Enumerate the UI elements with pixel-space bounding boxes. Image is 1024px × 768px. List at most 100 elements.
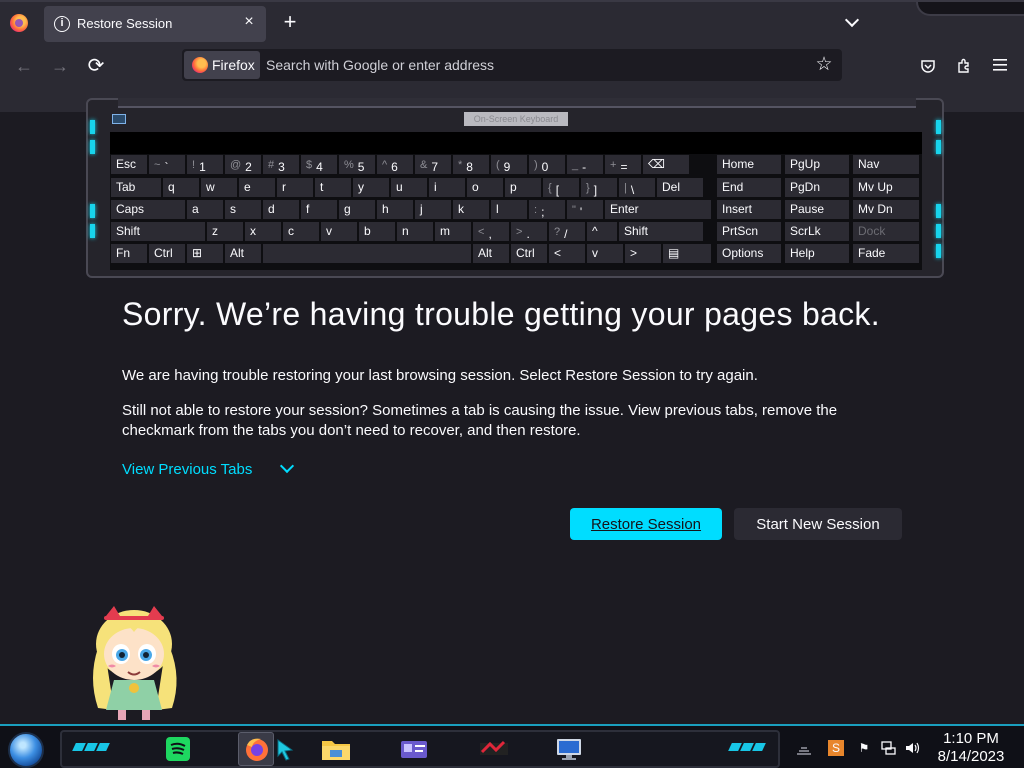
osk-key[interactable]: x [244,221,282,242]
osk-nav-key[interactable]: Dock [852,221,920,242]
url-bar[interactable]: Firefox ☆ [182,49,842,81]
osk-key[interactable]: i [428,177,466,198]
osk-key[interactable]: ^ 6 [376,154,414,175]
osk-key[interactable]: h [376,199,414,220]
osk-key[interactable]: % 5 [338,154,376,175]
app-menu-icon[interactable] [988,54,1012,78]
close-tab-icon[interactable]: × [240,13,258,31]
osk-key[interactable]: u [390,177,428,198]
network-icon[interactable] [880,740,896,756]
osk-key[interactable]: o [466,177,504,198]
osk-key[interactable]: e [238,177,276,198]
osk-key[interactable]: w [200,177,238,198]
id-card-icon[interactable] [396,732,432,766]
list-all-tabs-button[interactable] [842,12,864,34]
osk-key[interactable]: v [320,221,358,242]
osk-key[interactable]: {[ [542,177,580,198]
osk-key[interactable]: k [452,199,490,220]
osk-key[interactable]: + = [604,154,642,175]
osk-nav-key[interactable]: Nav [852,154,920,175]
osk-titlebar[interactable]: On-Screen Keyboard [110,112,922,130]
address-input[interactable] [266,51,806,79]
osk-key[interactable]: n [396,221,434,242]
flag-icon[interactable]: ⚑ [856,740,872,756]
osk-key[interactable]: Fn [110,243,148,264]
osk-key[interactable]: d [262,199,300,220]
osk-key[interactable]: (9 [490,154,528,175]
osk-key[interactable]: " ' [566,199,604,220]
osk-key[interactable]: Enter [604,199,712,220]
firefox-icon[interactable] [238,732,274,766]
osk-key[interactable]: ^ [586,221,618,242]
osk-key[interactable]: _ - [566,154,604,175]
osk-key[interactable]: | \ [618,177,656,198]
pocket-icon[interactable] [916,54,940,78]
start-new-session-button[interactable]: Start New Session [734,508,902,540]
osk-key[interactable]: ? / [548,221,586,242]
osk-key[interactable]: ⊞ [186,243,224,264]
osk-key[interactable]: t [314,177,352,198]
osk-key[interactable]: }] [580,177,618,198]
tab-restore-session[interactable]: i Restore Session × [44,6,266,42]
osk-key[interactable]: l [490,199,528,220]
osk-key[interactable]: ) 0 [528,154,566,175]
osk-key[interactable]: Tab [110,177,162,198]
osk-key[interactable]: Ctrl [148,243,186,264]
osk-key[interactable]: b [358,221,396,242]
osk-nav-key[interactable]: Mv Up [852,177,920,198]
osk-key[interactable]: < [548,243,586,264]
osk-key[interactable]: Del [656,177,704,198]
chevron-down-icon[interactable] [279,460,295,476]
osk-nav-key[interactable]: Options [716,243,782,264]
osk-key[interactable]: ! 1 [186,154,224,175]
osk-key[interactable]: Shift [618,221,704,242]
osk-key[interactable]: m [434,221,472,242]
osk-nav-key[interactable]: End [716,177,782,198]
osk-nav-key[interactable]: Mv Dn [852,199,920,220]
osk-key[interactable]: c [282,221,320,242]
osk-key[interactable]: a [186,199,224,220]
firefox-menu-icon[interactable] [10,14,28,32]
osk-key[interactable]: > [624,243,662,264]
osk-key[interactable]: z [206,221,244,242]
osk-nav-key[interactable]: PgUp [784,154,850,175]
network-bars-icon[interactable] [796,740,812,756]
reload-button[interactable]: ⟳ [82,54,110,78]
start-button[interactable] [8,732,44,768]
back-button[interactable]: ← [10,54,38,78]
osk-nav-key[interactable]: PgDn [784,177,850,198]
osk-key[interactable]: ▤ [662,243,712,264]
file-explorer-icon[interactable] [318,732,354,766]
osk-key[interactable]: Alt [472,243,510,264]
osk-key[interactable]: s [224,199,262,220]
osk-nav-key[interactable]: Help [784,243,850,264]
osk-key[interactable]: f [300,199,338,220]
osk-nav-key[interactable]: Fade [852,243,920,264]
osk-nav-key[interactable]: Insert [716,199,782,220]
osk-key[interactable]: $4 [300,154,338,175]
osk-key[interactable]: j [414,199,452,220]
remote-desktop-icon[interactable] [552,732,588,766]
osk-key[interactable]: * 8 [452,154,490,175]
osk-nav-key[interactable]: PrtScn [716,221,782,242]
osk-key[interactable]: v [586,243,624,264]
osk-key[interactable]: y [352,177,390,198]
identity-box[interactable]: Firefox [184,51,260,79]
dj-app-icon[interactable] [476,732,512,766]
osk-key[interactable] [262,243,472,264]
osk-key[interactable]: Caps [110,199,186,220]
osk-key[interactable]: p [504,177,542,198]
osk-key[interactable]: & 7 [414,154,452,175]
osk-key[interactable]: Ctrl [510,243,548,264]
clock-date[interactable]: 8/14/2023 [930,748,1012,765]
restore-session-button[interactable]: Restore Session [570,508,722,540]
osk-nav-key[interactable]: Home [716,154,782,175]
new-tab-button[interactable]: + [278,10,302,34]
clock-time[interactable]: 1:10 PM [930,730,1012,747]
osk-key[interactable]: Alt [224,243,262,264]
extensions-icon[interactable] [952,54,976,78]
sublime-text-tray-icon[interactable]: S [828,740,844,756]
volume-icon[interactable] [904,740,920,756]
osk-key[interactable]: g [338,199,376,220]
bookmark-star-icon[interactable]: ☆ [812,53,836,77]
